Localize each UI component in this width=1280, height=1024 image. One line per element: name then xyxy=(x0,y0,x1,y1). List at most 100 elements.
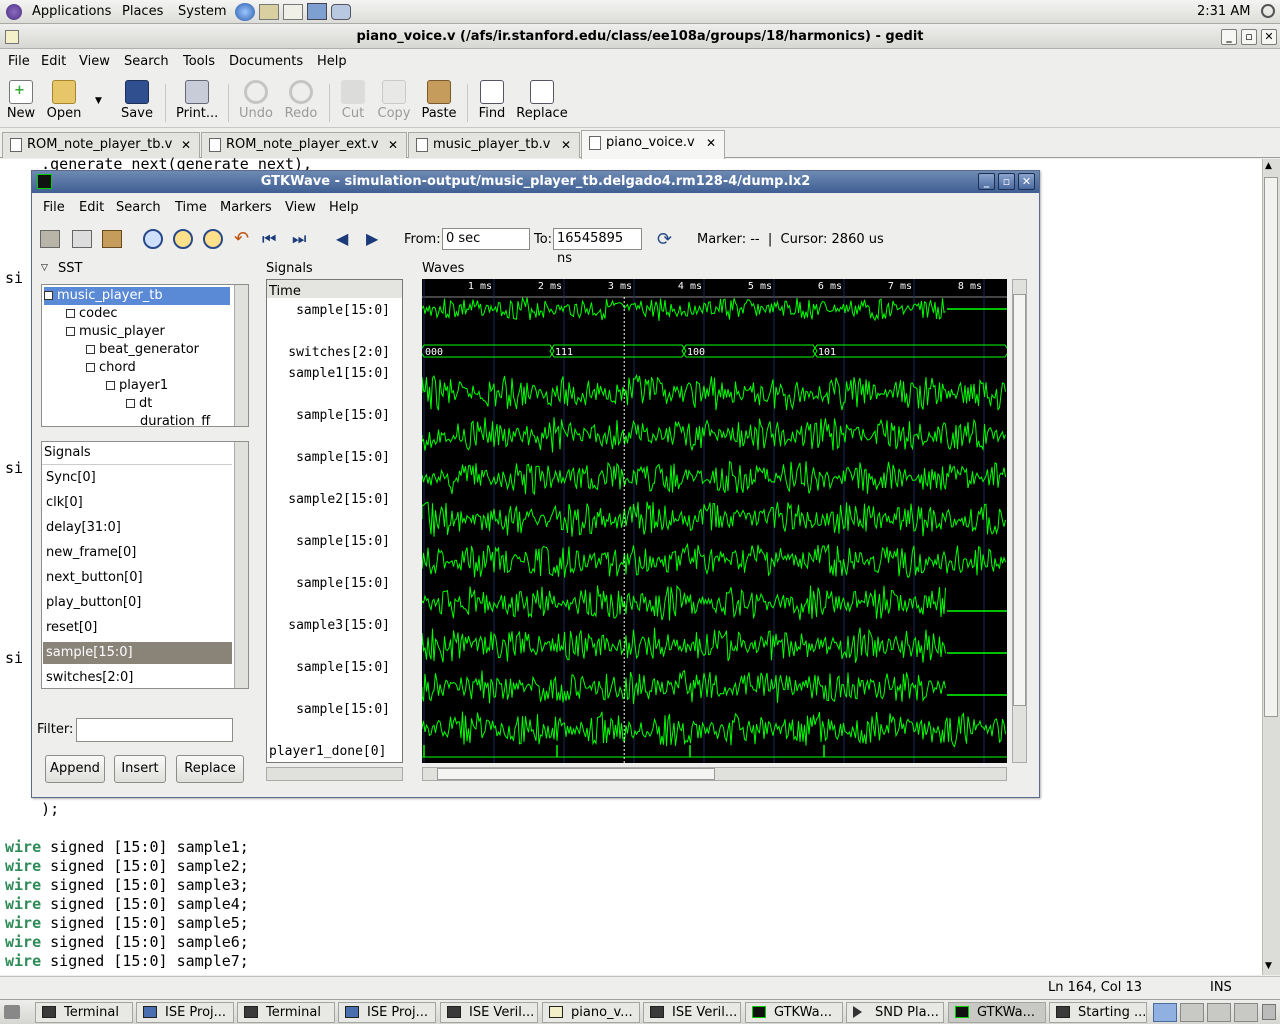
workspace-3[interactable] xyxy=(1207,1003,1231,1022)
redo-button[interactable]: Redo xyxy=(283,80,319,121)
zoom-out-icon[interactable] xyxy=(203,229,223,249)
signal-list-scrollbar[interactable] xyxy=(234,442,248,688)
tab-close-icon[interactable]: ✕ xyxy=(181,133,191,157)
menu-tools[interactable]: Tools xyxy=(183,54,215,69)
signal-reset[interactable]: reset[0] xyxy=(46,619,97,637)
trace-label[interactable]: sample[15:0] xyxy=(296,408,390,423)
replace-button[interactable]: Replace xyxy=(515,80,569,121)
save-button[interactable]: Save xyxy=(120,80,154,121)
trace-label[interactable]: sample1[15:0] xyxy=(288,366,390,381)
collapse-box-icon[interactable] xyxy=(106,381,115,390)
paste-traces-icon[interactable] xyxy=(102,230,122,248)
trace-label[interactable]: sample[15:0] xyxy=(296,576,390,591)
task-ise-veril-2[interactable]: ISE Veril... xyxy=(643,1002,741,1023)
trace-label[interactable]: switches[2:0] xyxy=(288,345,390,360)
copy-button[interactable]: Copy xyxy=(376,80,412,121)
print-button[interactable]: Print... xyxy=(176,80,218,121)
sst-label[interactable]: SST xyxy=(58,261,82,276)
minimize-button[interactable]: _ xyxy=(1221,29,1237,45)
tree-node-dt[interactable]: dt xyxy=(126,395,152,413)
zoom-to-end-icon[interactable]: ⏭ xyxy=(292,229,306,249)
to-time-input[interactable]: 16545895 ns xyxy=(553,228,642,266)
collapse-box-icon[interactable] xyxy=(44,291,53,300)
tree-node-beat-generator[interactable]: beat_generator xyxy=(86,341,199,359)
signal-play-button[interactable]: play_button[0] xyxy=(46,594,141,612)
trace-label[interactable]: sample[15:0] xyxy=(296,534,390,549)
insert-button[interactable]: Insert xyxy=(114,755,166,783)
task-terminal-1[interactable]: Terminal xyxy=(35,1002,133,1023)
gtk-menu-edit[interactable]: Edit xyxy=(79,200,104,215)
gtk-menu-markers[interactable]: Markers xyxy=(220,200,272,215)
sst-collapse-arrow-icon[interactable]: ▽ xyxy=(41,263,48,273)
close-button[interactable]: ✕ xyxy=(1261,29,1277,45)
mail-launcher-icon[interactable] xyxy=(331,4,351,20)
task-gtkwave-2[interactable]: GTKWa... xyxy=(948,1002,1046,1023)
expand-box-icon[interactable] xyxy=(126,399,135,408)
find-button[interactable]: Find xyxy=(477,80,507,121)
show-desktop-icon[interactable] xyxy=(4,1005,20,1019)
trace-label[interactable]: sample[15:0] xyxy=(296,450,390,465)
task-ise-proj-1[interactable]: ISE Proj... xyxy=(136,1002,234,1023)
scroll-down-arrow-icon[interactable]: ▼ xyxy=(1265,961,1272,971)
reload-icon[interactable]: ⟳ xyxy=(657,229,672,250)
cut-button[interactable]: Cut xyxy=(339,80,367,121)
tree-node-player1[interactable]: player1 xyxy=(106,377,168,395)
signal-sample-selected[interactable]: sample[15:0] xyxy=(43,642,232,664)
scrollbar-thumb[interactable] xyxy=(1264,177,1278,717)
trace-label[interactable]: sample[15:0] xyxy=(296,660,390,675)
zoom-in-icon[interactable] xyxy=(173,229,193,249)
signal-new-frame[interactable]: new_frame[0] xyxy=(46,544,136,562)
editor-launcher-icon[interactable] xyxy=(259,4,279,20)
collapse-box-icon[interactable] xyxy=(86,363,95,372)
workspace-2[interactable] xyxy=(1180,1003,1204,1022)
applications-icon[interactable] xyxy=(6,4,22,20)
waves-vscroll-thumb[interactable] xyxy=(1013,294,1026,706)
gtk-close-button[interactable]: ✕ xyxy=(1018,173,1035,190)
tree-node-music-player-tb[interactable]: music_player_tb xyxy=(44,287,230,305)
gtk-menu-search[interactable]: Search xyxy=(116,200,161,215)
places-menu[interactable]: Places xyxy=(122,4,163,19)
tab-close-icon[interactable]: ✕ xyxy=(388,133,398,157)
task-gtkwave-1[interactable]: GTKWa... xyxy=(745,1002,843,1023)
copy-traces-icon[interactable] xyxy=(72,230,92,248)
signal-clk[interactable]: clk[0] xyxy=(46,494,83,512)
waveform-canvas[interactable]: 01 ms2 ms3 ms4 ms5 ms6 ms7 ms8 ms0001111… xyxy=(422,279,1007,763)
tab-piano-voice[interactable]: piano_voice.v ✕ xyxy=(581,130,725,159)
cut-traces-icon[interactable] xyxy=(40,230,60,248)
zoom-fit-icon[interactable] xyxy=(143,229,163,249)
trace-label[interactable]: sample[15:0] xyxy=(296,303,390,318)
tab-music-player-tb[interactable]: music_player_tb.v ✕ xyxy=(408,132,580,158)
menu-documents[interactable]: Documents xyxy=(229,54,303,69)
signal-list[interactable]: Signals Sync[0] clk[0] delay[31:0] new_f… xyxy=(41,441,249,689)
hierarchy-tree[interactable]: music_player_tb codec music_player beat_… xyxy=(41,284,249,427)
open-button[interactable]: Open xyxy=(46,80,82,121)
find-previous-edge-icon[interactable]: ◀ xyxy=(336,229,348,248)
gtk-menu-view[interactable]: View xyxy=(285,200,316,215)
task-snd-player[interactable]: SND Pla... xyxy=(846,1002,944,1023)
expand-box-icon[interactable] xyxy=(86,345,95,354)
replace-traces-button[interactable]: Replace xyxy=(176,755,244,783)
system-menu[interactable]: System xyxy=(178,4,226,19)
tree-node-codec[interactable]: codec xyxy=(66,305,118,323)
open-dropdown-arrow-icon[interactable]: ▼ xyxy=(95,96,102,106)
applications-menu[interactable]: Applications xyxy=(32,4,111,19)
workspace-4[interactable] xyxy=(1234,1003,1258,1022)
gtk-menu-help[interactable]: Help xyxy=(329,200,359,215)
gtk-minimize-button[interactable]: _ xyxy=(978,173,995,190)
power-icon[interactable] xyxy=(1261,4,1275,18)
gtk-maximize-button[interactable]: ▫ xyxy=(998,173,1015,190)
gtk-menu-file[interactable]: File xyxy=(43,200,65,215)
collapse-box-icon[interactable] xyxy=(66,327,75,336)
notes-launcher-icon[interactable] xyxy=(283,4,303,20)
task-terminal-2[interactable]: Terminal xyxy=(237,1002,335,1023)
tab-close-icon[interactable]: ✕ xyxy=(561,133,571,157)
tree-node-duration-ff[interactable]: duration_ff xyxy=(140,413,210,426)
zoom-undo-icon[interactable]: ↶ xyxy=(234,228,249,249)
trash-icon[interactable] xyxy=(1262,1004,1276,1020)
waves-hscroll[interactable] xyxy=(422,767,1007,781)
tree-scrollbar[interactable] xyxy=(234,285,248,426)
menu-file[interactable]: File xyxy=(8,54,30,69)
signal-next-button[interactable]: next_button[0] xyxy=(46,569,143,587)
waveform-area[interactable]: 01 ms2 ms3 ms4 ms5 ms6 ms7 ms8 ms0001111… xyxy=(422,279,1007,763)
new-button[interactable]: + New xyxy=(5,80,37,121)
